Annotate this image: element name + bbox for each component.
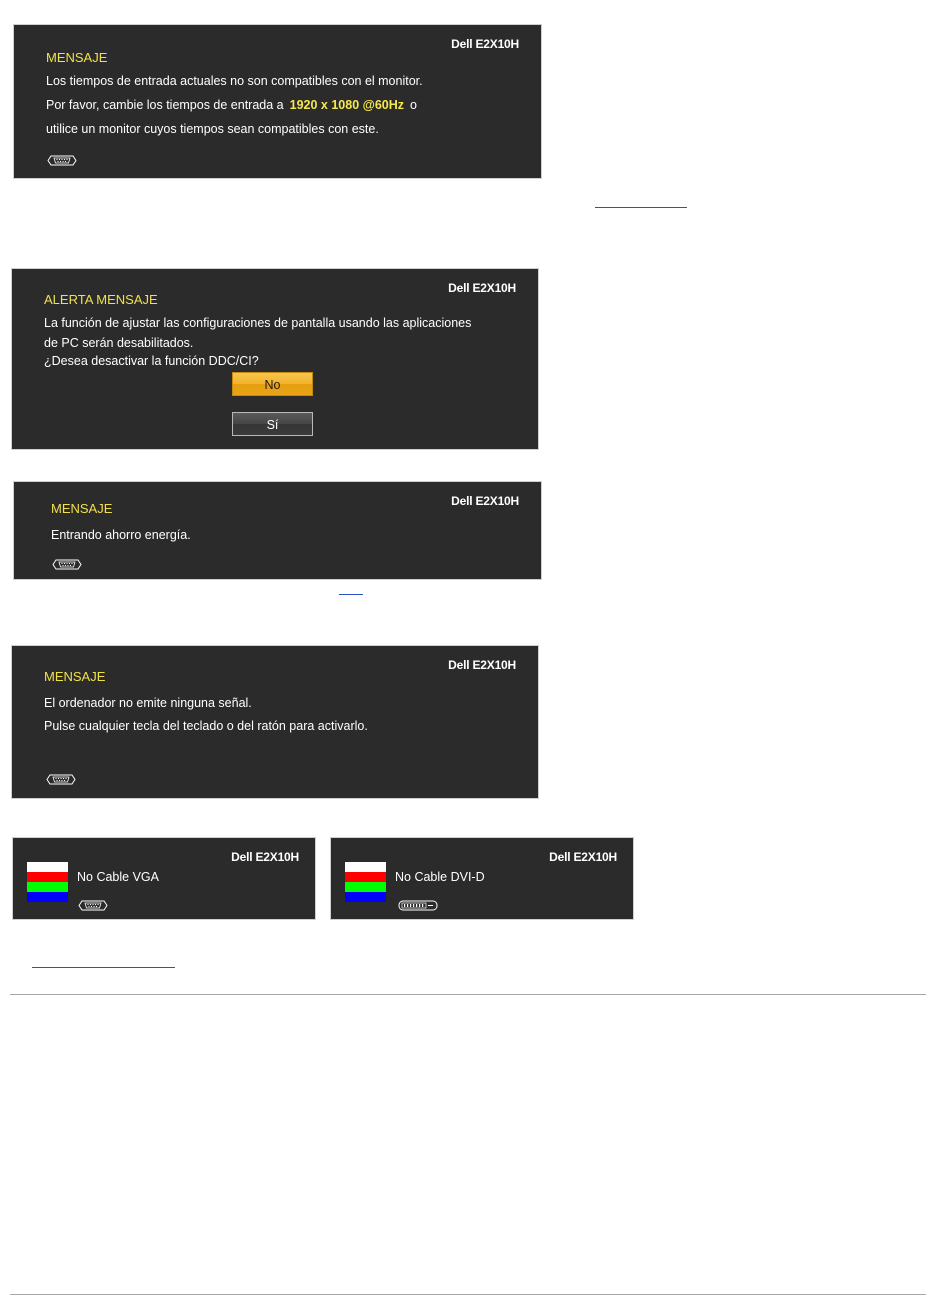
model-label: Dell E2X10H [549, 850, 617, 864]
dvi-connector-icon [398, 900, 438, 911]
message-line: Por favor, cambie los tiempos de entrada… [46, 98, 417, 112]
message-line: utilice un monitor cuyos tiempos sean co… [46, 122, 379, 136]
message-line: ¿Desea desactivar la función DDC/CI? [44, 354, 259, 368]
no-button[interactable]: No [232, 372, 313, 396]
color-bars-icon [27, 862, 68, 902]
message-line: El ordenador no emite ninguna señal. [44, 696, 252, 710]
divider [10, 994, 926, 995]
message-title: MENSAJE [51, 501, 113, 516]
message-line: La función de ajustar las configuracione… [44, 316, 472, 330]
model-label: Dell E2X10H [451, 494, 519, 508]
model-label: Dell E2X10H [231, 850, 299, 864]
vga-connector-icon [78, 900, 108, 911]
message-line: Entrando ahorro energía. [51, 528, 191, 542]
osd-no-cable-vga: Dell E2X10H No Cable VGA [12, 837, 316, 920]
model-label: Dell E2X10H [448, 658, 516, 672]
message-title: MENSAJE [46, 50, 108, 65]
divider [10, 1294, 926, 1295]
no-cable-text: No Cable VGA [77, 870, 159, 884]
osd-message-input-timing: Dell E2X10H MENSAJE Los tiempos de entra… [13, 24, 542, 179]
message-title: ALERTA MENSAJE [44, 292, 158, 307]
message-line: Pulse cualquier tecla del teclado o del … [44, 719, 368, 733]
vga-connector-icon [46, 774, 76, 785]
vga-connector-icon [47, 155, 77, 166]
message-line: de PC serán desabilitados. [44, 336, 194, 350]
no-cable-text: No Cable DVI-D [395, 870, 485, 884]
yes-button[interactable]: Sí [232, 412, 313, 436]
osd-message-power-save: Dell E2X10H MENSAJE Entrando ahorro ener… [13, 481, 542, 580]
message-line: Los tiempos de entrada actuales no son c… [46, 74, 423, 88]
model-label: Dell E2X10H [451, 37, 519, 51]
model-label: Dell E2X10H [448, 281, 516, 295]
osd-message-no-signal: Dell E2X10H MENSAJE El ordenador no emit… [11, 645, 539, 799]
vga-connector-icon [52, 559, 82, 570]
osd-no-cable-dvi: Dell E2X10H No Cable DVI-D [330, 837, 634, 920]
color-bars-icon [345, 862, 386, 902]
message-title: MENSAJE [44, 669, 106, 684]
hyperlink-underline[interactable] [32, 967, 175, 968]
osd-alert-ddcci: Dell E2X10H ALERTA MENSAJE La función de… [11, 268, 539, 450]
timing-highlight: 1920 x 1080 @60Hz [289, 98, 404, 112]
hyperlink-underline[interactable] [595, 207, 687, 208]
hyperlink-underline[interactable] [339, 594, 363, 595]
